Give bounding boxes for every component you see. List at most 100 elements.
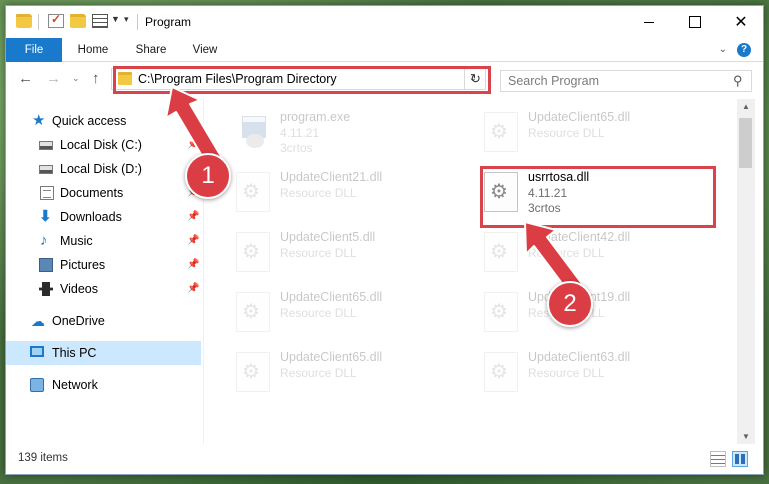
sidebar-item-label: Music — [60, 234, 93, 248]
maximize-button[interactable] — [672, 6, 718, 38]
sidebar-item-label: Quick access — [52, 114, 127, 128]
recent-locations-icon[interactable]: ⌄ — [72, 73, 80, 84]
application-icon — [236, 112, 270, 152]
sidebar-item-label: Network — [52, 378, 98, 392]
sidebar-item-documents[interactable]: Documents 📌 — [6, 181, 201, 205]
tab-file[interactable]: File — [6, 38, 62, 62]
list-item[interactable]: ⚙ UpdateClient21.dll Resource DLL — [236, 167, 476, 221]
list-item-usrrtosa[interactable]: ⚙ usrrtosa.dll 4.11.21 3crtos — [484, 167, 724, 221]
file-description: Resource DLL — [528, 366, 605, 380]
list-item[interactable]: ⚙ UpdateClient65.dll Resource DLL — [484, 107, 724, 161]
address-bar[interactable]: C:\Program Files\Program Directory ⌄ — [111, 68, 486, 90]
close-button[interactable]: ✕ — [718, 6, 763, 38]
customize-toolbar-icon[interactable]: ▾ — [124, 14, 129, 25]
tab-share[interactable]: Share — [126, 38, 176, 62]
pin-icon[interactable]: 📌 — [187, 235, 199, 246]
sidebar-item-this-pc[interactable]: This PC — [6, 341, 201, 365]
file-description: Resource DLL — [528, 126, 605, 140]
file-description: Resource DLL — [280, 366, 357, 380]
new-folder-icon[interactable] — [70, 14, 86, 28]
tiles-view-icon[interactable] — [732, 451, 748, 467]
computer-icon — [30, 346, 44, 357]
ribbon-tabs: File Home Share View ⌄ ? — [6, 38, 763, 62]
file-description: Resource DLL — [528, 246, 605, 260]
list-item[interactable]: ⚙ UpdateClient5.dll Resource DLL — [236, 227, 476, 281]
file-name: program.exe — [280, 110, 351, 124]
navigation-bar: ← → ⌄ ↑ C:\Program Files\Program Directo… — [6, 63, 763, 95]
sidebar-item-music[interactable]: ♪ Music 📌 — [6, 229, 201, 253]
minimize-button[interactable] — [626, 6, 672, 38]
dll-file-icon: ⚙ — [236, 172, 270, 212]
gear-icon: ⚙ — [490, 361, 508, 383]
file-name: UpdateClient65.dll — [280, 350, 383, 364]
file-name: UpdateClient65.dll — [528, 110, 631, 124]
list-item[interactable]: ⚙ UpdateClient19.dll Resource DLL — [484, 287, 724, 341]
vertical-scrollbar[interactable]: ▲ ▼ — [737, 99, 755, 444]
file-name: UpdateClient63.dll — [528, 350, 631, 364]
scroll-down-icon[interactable]: ▼ — [742, 432, 750, 441]
dll-file-icon: ⚙ — [236, 352, 270, 392]
gear-icon: ⚙ — [242, 241, 260, 263]
sidebar-item-local-disk-c[interactable]: Local Disk (C:) 📌 — [6, 133, 201, 157]
sidebar-item-label: Local Disk (C:) — [60, 138, 142, 152]
pin-icon[interactable]: 📌 — [187, 139, 199, 150]
navigation-pane: ★ Quick access Local Disk (C:) 📌 Local D… — [6, 99, 203, 444]
dll-file-icon: ⚙ — [236, 292, 270, 332]
properties-icon[interactable] — [48, 12, 64, 28]
search-input[interactable]: Search Program ⚲ — [500, 70, 752, 92]
sidebar-item-label: Pictures — [60, 258, 106, 272]
file-version: 4.11.21 — [528, 186, 568, 200]
step-1-badge: 1 — [185, 153, 231, 199]
sidebar-item-pictures[interactable]: Pictures 📌 — [6, 253, 201, 277]
sidebar-item-onedrive[interactable]: ☁ OneDrive — [6, 309, 201, 333]
address-path[interactable]: C:\Program Files\Program Directory — [138, 72, 337, 86]
sidebar-item-label: Documents — [60, 186, 124, 200]
sidebar-item-videos[interactable]: Videos 📌 — [6, 277, 201, 301]
up-arrow-icon[interactable]: ↑ — [92, 70, 100, 87]
back-arrow-icon[interactable]: ← — [18, 70, 33, 87]
toolbar-divider — [38, 14, 39, 30]
file-name: usrrtosa.dll — [528, 170, 590, 184]
pin-icon[interactable]: 📌 — [187, 259, 199, 270]
list-item[interactable]: ⚙ UpdateClient65.dll Resource DLL — [236, 347, 476, 401]
sidebar-item-downloads[interactable]: ⬇ Downloads 📌 — [6, 205, 201, 229]
file-explorer-window: ▼ ▾ Program ✕ File Home Share View ⌄ ? ←… — [5, 5, 764, 475]
window-title: Program — [145, 15, 192, 29]
tab-home[interactable]: Home — [68, 38, 118, 62]
view-options-icon[interactable] — [92, 14, 108, 28]
chevron-down-icon[interactable]: ▼ — [111, 14, 120, 24]
disk-icon — [39, 165, 53, 174]
sidebar-item-network[interactable]: Network — [6, 373, 201, 397]
forward-arrow-icon[interactable]: → — [46, 70, 61, 87]
scroll-up-icon[interactable]: ▲ — [742, 102, 750, 111]
gear-icon: ⚙ — [242, 301, 260, 323]
file-name: UpdateClient65.dll — [280, 290, 383, 304]
sidebar-item-quick-access[interactable]: ★ Quick access — [6, 109, 201, 133]
list-item[interactable]: ⚙ UpdateClient63.dll Resource DLL — [484, 347, 724, 401]
pin-icon[interactable]: 📌 — [187, 283, 199, 294]
gear-icon: ⚙ — [242, 181, 260, 203]
file-description: Resource DLL — [280, 306, 357, 320]
pin-icon[interactable]: 📌 — [187, 211, 199, 222]
sidebar-item-label: Downloads — [60, 210, 122, 224]
dll-file-icon: ⚙ — [484, 292, 518, 332]
dll-file-icon: ⚙ — [236, 232, 270, 272]
list-item[interactable]: ⚙ UpdateClient65.dll Resource DLL — [236, 287, 476, 341]
step-2-badge: 2 — [547, 281, 593, 327]
scroll-thumb[interactable] — [739, 118, 752, 168]
file-name: UpdateClient5.dll — [280, 230, 376, 244]
details-view-icon[interactable] — [710, 451, 726, 467]
search-icon[interactable]: ⚲ — [733, 73, 743, 89]
tab-view[interactable]: View — [182, 38, 228, 62]
list-item[interactable]: ⚙ UpdateClient42.dll Resource DLL — [484, 227, 724, 281]
list-item[interactable]: program.exe 4.11.21 3crtos — [236, 107, 476, 161]
sidebar-item-label: This PC — [52, 346, 97, 360]
sidebar-item-local-disk-d[interactable]: Local Disk (D:) 📌 — [6, 157, 201, 181]
status-bar: 139 items — [6, 446, 763, 474]
help-icon[interactable]: ? — [737, 43, 751, 57]
folder-icon — [118, 72, 132, 85]
refresh-icon[interactable]: ↻ — [464, 68, 486, 90]
expand-ribbon-icon[interactable]: ⌄ — [719, 44, 727, 55]
dll-file-icon: ⚙ — [484, 112, 518, 152]
item-count: 139 items — [18, 452, 68, 464]
